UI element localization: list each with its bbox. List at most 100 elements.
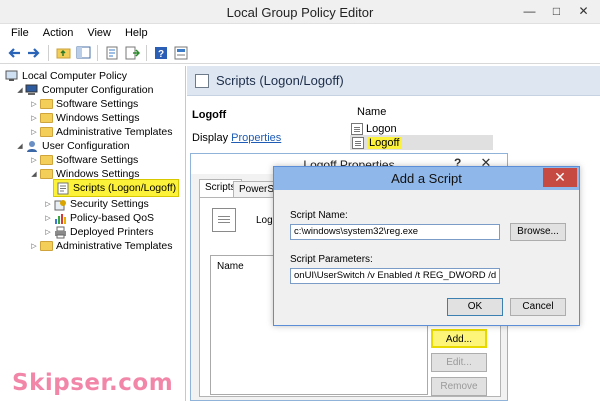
tree-item-deployed-printers[interactable]: ▷ Deployed Printers (43, 225, 153, 239)
list-item-logon[interactable]: Logon (351, 121, 397, 136)
tree-item-user-configuration[interactable]: ◢ User Configuration (15, 139, 130, 153)
cancel-button[interactable]: Cancel (510, 298, 566, 316)
dialog-title: Add a Script (274, 167, 579, 190)
minimize-button[interactable]: — (516, 0, 543, 22)
menu-file[interactable]: File (4, 27, 36, 39)
tree-item-label: Local Computer Policy (22, 70, 128, 82)
show-hide-tree-icon[interactable] (74, 44, 92, 62)
name-column-header[interactable]: Name (357, 106, 386, 118)
maximize-button[interactable]: □ (543, 0, 570, 22)
qos-chart-icon (53, 212, 67, 224)
tree-item-label: Software Settings (56, 98, 139, 110)
close-button[interactable]: ✕ (543, 168, 577, 187)
script-name-label: Script Name: (290, 210, 348, 221)
list-header-name[interactable]: Name (217, 261, 244, 272)
collapse-arrow-icon[interactable]: ◢ (29, 170, 39, 178)
expand-arrow-icon[interactable]: ▷ (43, 200, 53, 208)
tree-item-label: Windows Settings (56, 112, 140, 124)
window-title: Local Group Policy Editor (226, 5, 374, 20)
expand-arrow-icon[interactable]: ▷ (29, 242, 39, 250)
tree-item-security-settings[interactable]: ▷ Security Settings (43, 197, 149, 211)
folder-icon (39, 126, 53, 138)
browse-button[interactable]: Browse... (510, 223, 566, 241)
properties-icon[interactable] (103, 44, 121, 62)
expand-arrow-icon[interactable]: ▷ (43, 214, 53, 222)
tree-item-label: Software Settings (56, 154, 139, 166)
back-arrow-icon[interactable] (5, 44, 23, 62)
collapse-arrow-icon[interactable]: ◢ (15, 86, 25, 94)
watermark: Skipser.com (12, 370, 174, 396)
tree-item-label: Administrative Templates (56, 240, 173, 252)
tree-item-scripts-logon-logoff[interactable]: Scripts (Logon/Logoff) (53, 179, 180, 197)
details-header-title: Scripts (Logon/Logoff) (216, 73, 344, 88)
add-button[interactable]: Add... (431, 329, 487, 348)
script-icon (351, 122, 363, 135)
expand-arrow-icon[interactable]: ▷ (29, 156, 39, 164)
display-properties-line: Display Properties (192, 132, 281, 144)
tree-item-administrative-templates[interactable]: ▷ Administrative Templates (29, 125, 173, 139)
tree-item-computer-configuration[interactable]: ◢ Computer Configuration (15, 83, 153, 97)
folder-icon (39, 112, 53, 124)
scripts-icon (195, 73, 209, 88)
add-script-dialog: Add a Script ✕ Script Name: c:\windows\s… (273, 166, 580, 326)
edit-button[interactable]: Edit... (431, 353, 487, 372)
menu-view[interactable]: View (80, 27, 118, 39)
list-item-label: Logoff (367, 136, 402, 149)
tree-item-label: Policy-based QoS (70, 212, 155, 224)
tree-pane: Local Computer Policy ◢ Computer Configu… (3, 66, 186, 401)
list-item-logoff[interactable]: Logoff (350, 135, 493, 150)
script-parameters-field[interactable]: onUI\UserSwitch /v Enabled /t REG_DWORD … (290, 268, 500, 284)
folder-open-icon (39, 168, 53, 180)
script-parameters-label: Script Parameters: (290, 254, 373, 265)
tree-item-label: Administrative Templates (56, 126, 173, 138)
folder-icon (39, 98, 53, 110)
toolbar-separator (97, 44, 98, 61)
tree-item-software-settings[interactable]: ▷ Software Settings (29, 97, 138, 111)
properties-link[interactable]: Properties (231, 132, 281, 144)
up-folder-icon[interactable] (54, 44, 72, 62)
tree-item-policy-based-qos[interactable]: ▷ Policy-based QoS (43, 211, 154, 225)
script-icon (352, 136, 364, 149)
computer-policy-icon (5, 70, 19, 82)
ok-button[interactable]: OK (447, 298, 503, 316)
tree-item-administrative-templates[interactable]: ▷ Administrative Templates (29, 239, 173, 253)
printer-icon (53, 226, 67, 238)
close-button[interactable]: ✕ (570, 0, 597, 22)
folder-icon (39, 240, 53, 252)
toolbar-separator (146, 44, 147, 61)
tree-item-label: Deployed Printers (70, 226, 154, 238)
title-bar: Local Group Policy Editor — □ ✕ (0, 0, 600, 24)
tree-item-label: Security Settings (70, 198, 149, 210)
svg-text:?: ? (158, 49, 164, 60)
scripts-icon (56, 182, 70, 194)
help-icon[interactable]: ? (152, 44, 170, 62)
forward-arrow-icon[interactable] (25, 44, 43, 62)
folder-icon (39, 154, 53, 166)
details-header: Scripts (Logon/Logoff) (187, 66, 600, 96)
tree-item-label: Computer Configuration (42, 84, 154, 96)
script-name-field[interactable]: c:\windows\system32\reg.exe (290, 224, 500, 240)
tree-item-software-settings[interactable]: ▷ Software Settings (29, 153, 138, 167)
tree-item-label: Scripts (Logon/Logoff) (73, 182, 177, 194)
list-item-label: Logon (366, 122, 397, 135)
console-view-icon[interactable] (172, 44, 190, 62)
expand-arrow-icon[interactable]: ▷ (29, 100, 39, 108)
script-large-icon (212, 208, 236, 232)
user-icon (25, 140, 39, 152)
expand-arrow-icon[interactable]: ▷ (43, 228, 53, 236)
export-list-icon[interactable] (123, 44, 141, 62)
expand-arrow-icon[interactable]: ▷ (29, 114, 39, 122)
computer-icon (25, 84, 39, 96)
toolbar: ? (0, 42, 600, 64)
collapse-arrow-icon[interactable]: ◢ (15, 142, 25, 150)
tree-item-local-computer-policy[interactable]: Local Computer Policy (5, 69, 127, 83)
menu-help[interactable]: Help (118, 27, 155, 39)
expand-arrow-icon[interactable]: ▷ (29, 128, 39, 136)
menu-bar: File Action View Help (0, 24, 600, 42)
security-icon (53, 198, 67, 210)
display-prefix: Display (192, 132, 229, 144)
remove-button[interactable]: Remove (431, 377, 487, 396)
dialog-body: Script Name: c:\windows\system32\reg.exe… (280, 190, 573, 320)
tree-item-windows-settings[interactable]: ▷ Windows Settings (29, 111, 139, 125)
menu-action[interactable]: Action (36, 27, 81, 39)
